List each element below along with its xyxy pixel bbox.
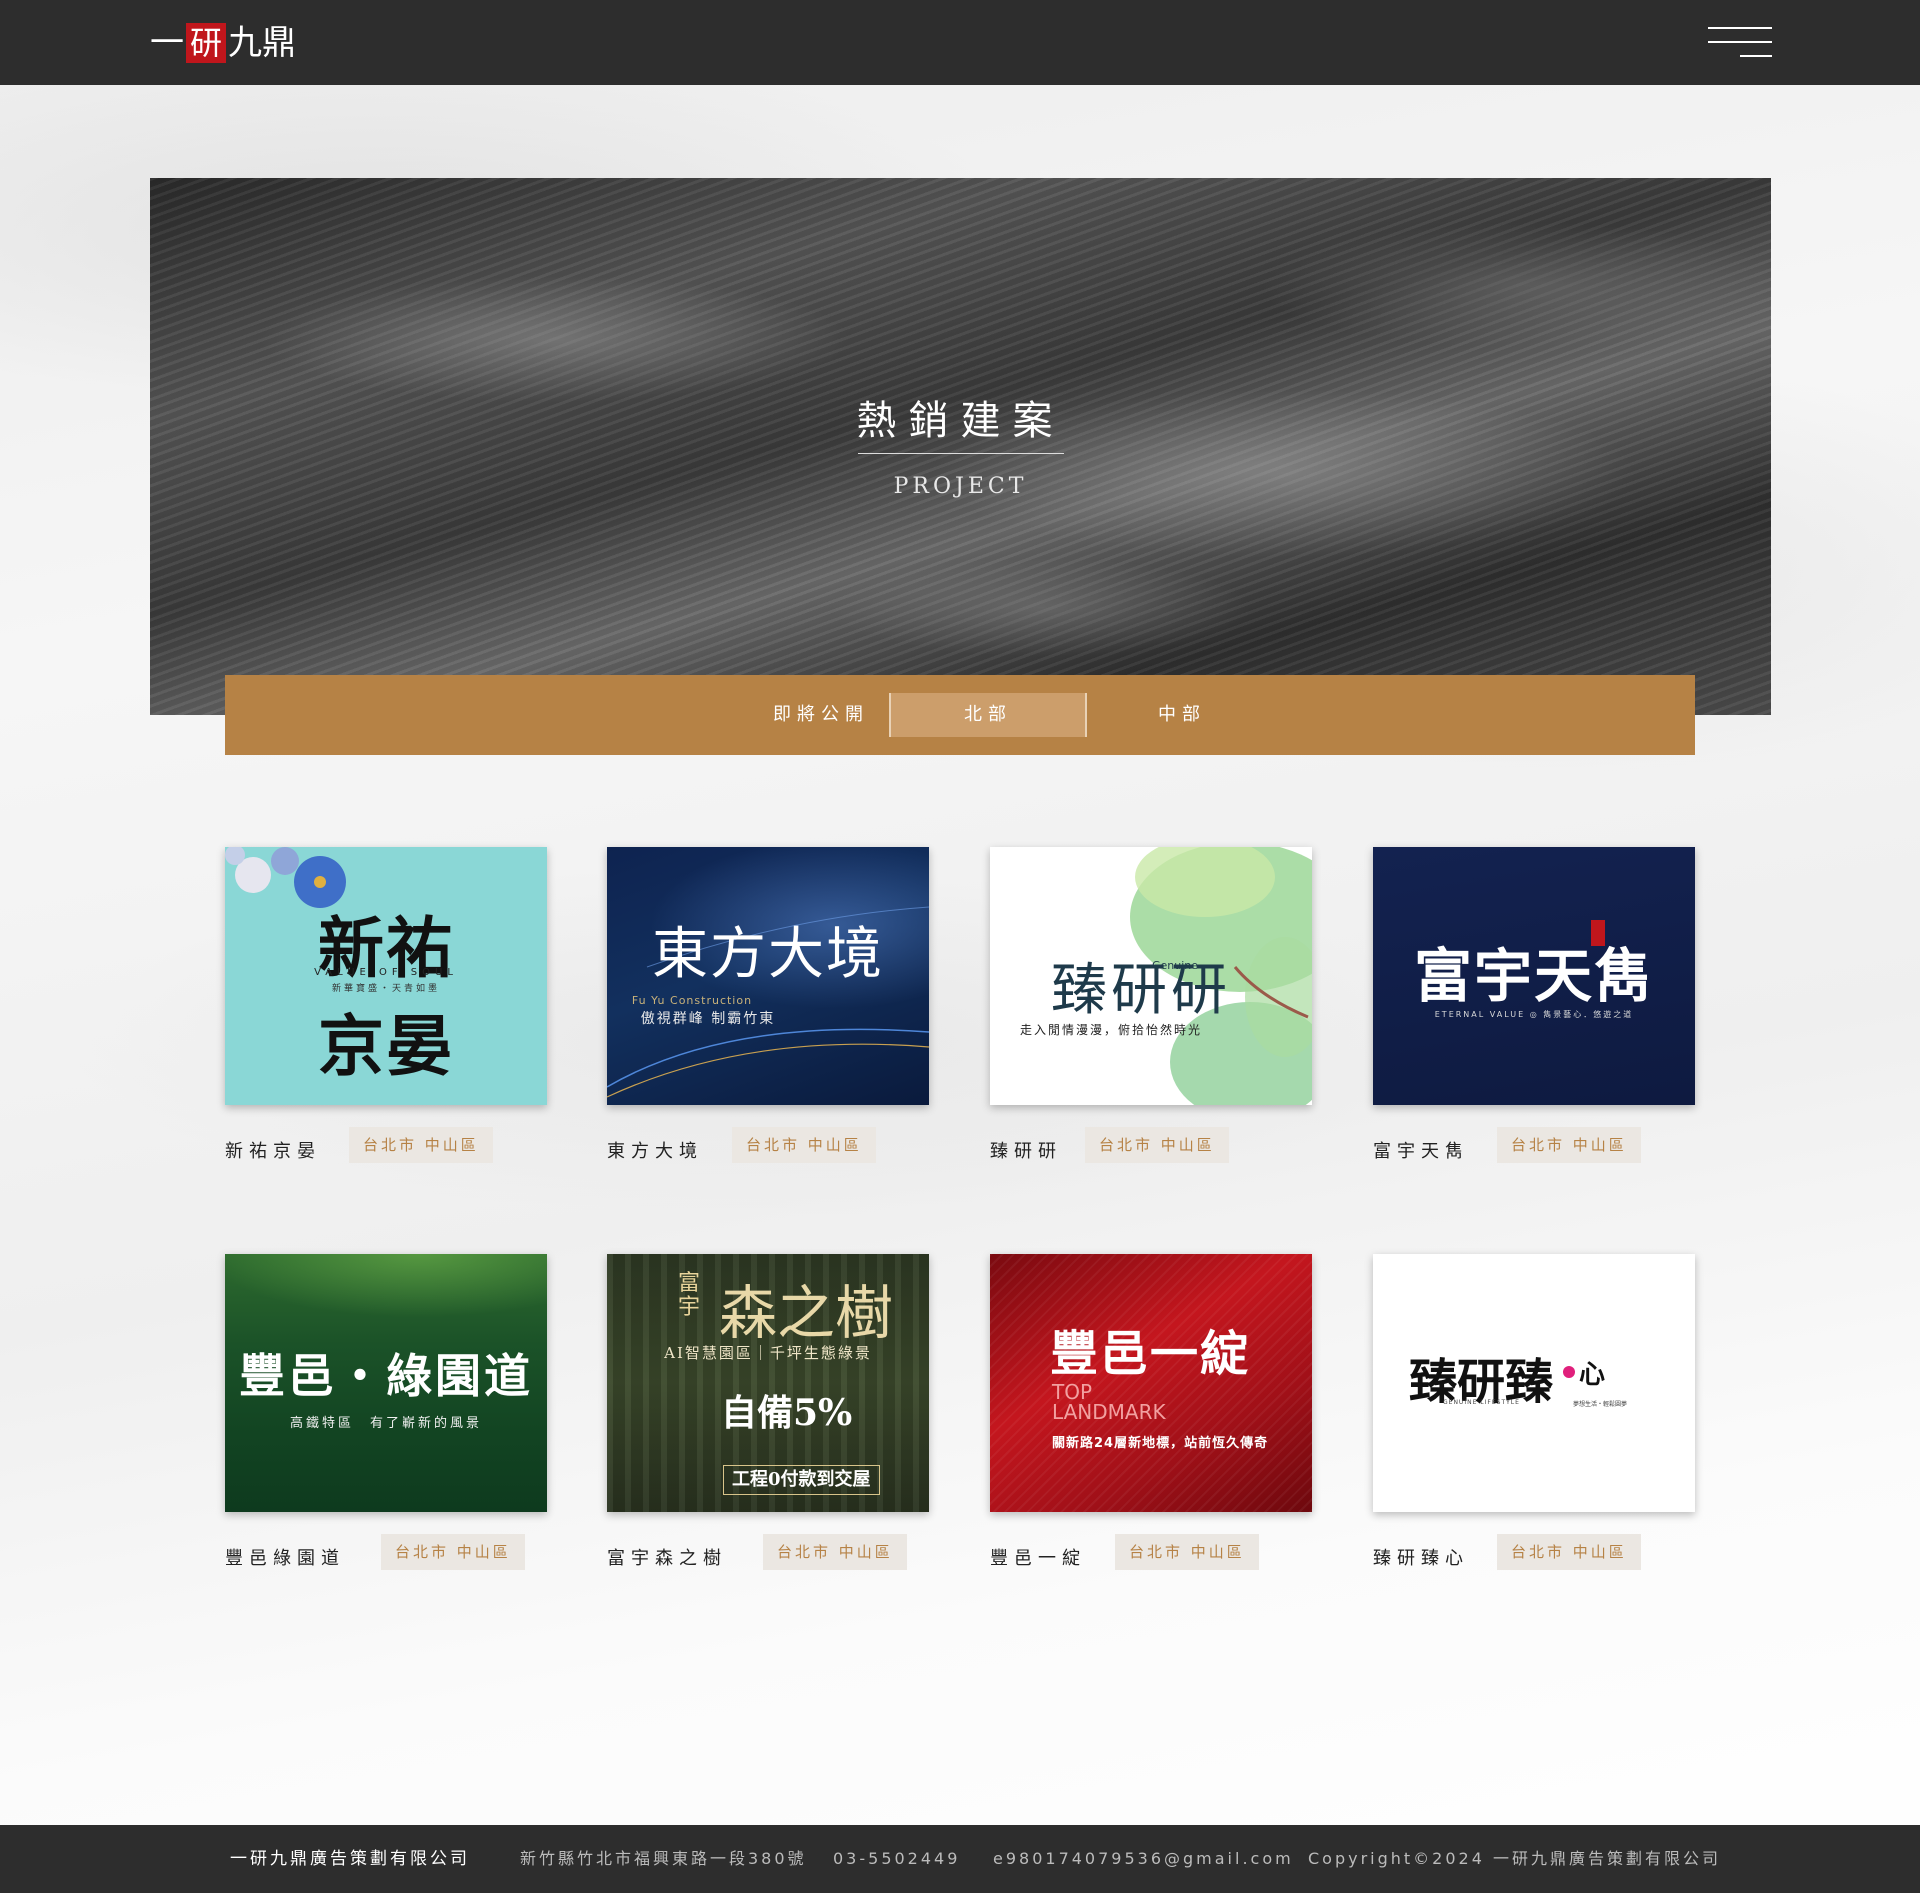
project-location-tag: 台北市 中山區: [1115, 1534, 1259, 1570]
project-logo-sub: 高鐵特區 有了嶄新的風景: [289, 1416, 482, 1431]
project-promo-box: 工程0付款到交屋: [723, 1465, 880, 1495]
project-logo-sub: 夢想生活・輕鬆圓夢: [1573, 1401, 1628, 1408]
project-card[interactable]: 臻研臻 心 GENUINE LIFESTYLE 夢想生活・輕鬆圓夢 臻研臻心 台…: [1373, 1254, 1695, 1570]
footer-email[interactable]: e980174079536@gmail.com: [993, 1825, 1294, 1893]
project-name: 新祐京晏: [225, 1141, 321, 1162]
project-promo-text: 自備5%: [721, 1392, 853, 1434]
footer-company: 一研九鼎廣告策劃有限公司: [230, 1849, 470, 1869]
project-image: 富宇天雋 ETERNAL VALUE ◎ 雋景藝心．悠遊之道: [1373, 847, 1695, 1105]
project-card[interactable]: 豐邑‧綠園道 高鐵特區 有了嶄新的風景 豐邑綠園道 台北市 中山區: [225, 1254, 547, 1570]
project-logo-text: 京晏: [318, 1008, 454, 1085]
project-location-tag: 台北市 中山區: [381, 1534, 525, 1570]
project-name: 東方大境: [607, 1141, 703, 1162]
project-logo-text: 森之樹: [719, 1279, 894, 1347]
project-name: 富宇森之樹: [607, 1548, 727, 1569]
project-name: 豐邑綠園道: [225, 1548, 345, 1569]
hero-banner: 熱銷建案 PROJECT: [150, 178, 1771, 715]
tab-north[interactable]: 北部: [889, 693, 1087, 737]
project-logo-sub: TOP: [1052, 1380, 1093, 1404]
project-card[interactable]: 東方大境 Fu Yu Construction 傲視群峰 制霸竹東 東方大境 台…: [607, 847, 929, 1163]
project-logo-sub: 走入閒情漫漫，俯拾怡然時光: [1019, 1023, 1202, 1037]
project-location-tag: 台北市 中山區: [1497, 1127, 1641, 1163]
tab-central[interactable]: 中部: [1085, 693, 1279, 737]
project-logo-sub: 傲視群峰 制霸竹東: [640, 1011, 776, 1027]
page-title: 熱銷建案: [856, 398, 1065, 444]
project-logo-text: 東方大境: [652, 922, 884, 987]
footer-phone[interactable]: 03-5502449: [833, 1825, 960, 1893]
project-logo-text: 富宇天雋: [1413, 942, 1654, 1010]
project-card[interactable]: 富宇 森之樹 AI智慧園區｜千坪生態綠景 自備5% 工程0付款到交屋 富宇森之樹…: [607, 1254, 929, 1570]
project-name: 臻研臻心: [1373, 1548, 1469, 1569]
project-location-tag: 台北市 中山區: [1497, 1534, 1641, 1570]
region-tabs: 即將公開 北部 中部: [225, 675, 1695, 755]
logo-text: 一: [150, 23, 184, 63]
project-logo-text: 臻研研: [1051, 958, 1231, 1023]
title-divider: [858, 453, 1064, 454]
project-image: 臻研研 Genuine 走入閒情漫漫，俯拾怡然時光: [990, 847, 1312, 1105]
project-image: 新祐 VALUE OF SOUL 新華寶盛・天青如墨 京晏: [225, 847, 547, 1105]
project-logo-sub: ETERNAL VALUE ◎ 雋景藝心．悠遊之道: [1434, 1010, 1634, 1019]
site-header: 一 研 九 鼎: [0, 0, 1920, 85]
project-image: 豐邑‧綠園道 高鐵特區 有了嶄新的風景: [225, 1254, 547, 1512]
project-name: 臻研研: [990, 1141, 1062, 1162]
project-logo-text: 豐邑一綻: [1050, 1326, 1251, 1382]
project-logo-sub: VALUE OF SOUL: [314, 967, 458, 978]
project-location-tag: 台北市 中山區: [349, 1127, 493, 1163]
project-card[interactable]: 富宇天雋 ETERNAL VALUE ◎ 雋景藝心．悠遊之道 富宇天雋 台北市 …: [1373, 847, 1695, 1163]
footer-copyright: Copyright©2024 一研九鼎廣告策劃有限公司: [1308, 1849, 1721, 1868]
project-location-tag: 台北市 中山區: [763, 1534, 907, 1570]
project-logo-text: 豐邑‧綠園道: [239, 1349, 533, 1403]
project-image: 豐邑一綻 TOP LANDMARK 關新路24層新地標，站前恆久傳奇: [990, 1254, 1312, 1512]
project-image: 臻研臻 心 GENUINE LIFESTYLE 夢想生活・輕鬆圓夢: [1373, 1254, 1695, 1512]
project-brand-mark: 富宇: [677, 1271, 700, 1320]
logo-text: 九: [228, 23, 263, 63]
logo-text: 鼎: [262, 23, 297, 63]
project-image: 東方大境 Fu Yu Construction 傲視群峰 制霸竹東: [607, 847, 929, 1105]
page-subtitle: PROJECT: [893, 474, 1028, 499]
project-image: 富宇 森之樹 AI智慧園區｜千坪生態綠景 自備5% 工程0付款到交屋: [607, 1254, 929, 1512]
project-card[interactable]: 豐邑一綻 TOP LANDMARK 關新路24層新地標，站前恆久傳奇 豐邑一綻 …: [990, 1254, 1312, 1570]
footer-address: 新竹縣竹北市福興東路一段380號: [520, 1849, 807, 1868]
dot-decoration: [1563, 1366, 1575, 1378]
project-card[interactable]: 臻研研 Genuine 走入閒情漫漫，俯拾怡然時光 臻研研 台北市 中山區: [990, 847, 1312, 1163]
project-logo-mark: 心: [1579, 1360, 1606, 1390]
project-logo-sub: 關新路24層新地標，站前恆久傳奇: [1052, 1436, 1269, 1451]
site-footer: 一研九鼎廣告策劃有限公司 新竹縣竹北市福興東路一段380號 03-5502449…: [0, 1825, 1920, 1893]
site-logo[interactable]: 一 研 九 鼎: [150, 20, 296, 66]
project-logo-sub: Genuine: [1151, 959, 1199, 972]
project-name: 豐邑一綻: [990, 1548, 1086, 1569]
project-name: 富宇天雋: [1373, 1141, 1469, 1162]
project-location-tag: 台北市 中山區: [732, 1127, 876, 1163]
project-logo-sub: AI智慧園區｜千坪生態綠景: [664, 1344, 872, 1362]
project-location-tag: 台北市 中山區: [1085, 1127, 1229, 1163]
logo-seal: 研: [186, 23, 227, 63]
menu-icon[interactable]: [1708, 27, 1772, 59]
project-logo-sub: LANDMARK: [1052, 1400, 1166, 1424]
project-logo-sub: Fu Yu Construction: [631, 994, 753, 1007]
project-card[interactable]: 新祐 VALUE OF SOUL 新華寶盛・天青如墨 京晏 新祐京晏 台北市 中…: [225, 847, 547, 1163]
project-logo-sub: GENUINE LIFESTYLE: [1443, 1399, 1520, 1406]
